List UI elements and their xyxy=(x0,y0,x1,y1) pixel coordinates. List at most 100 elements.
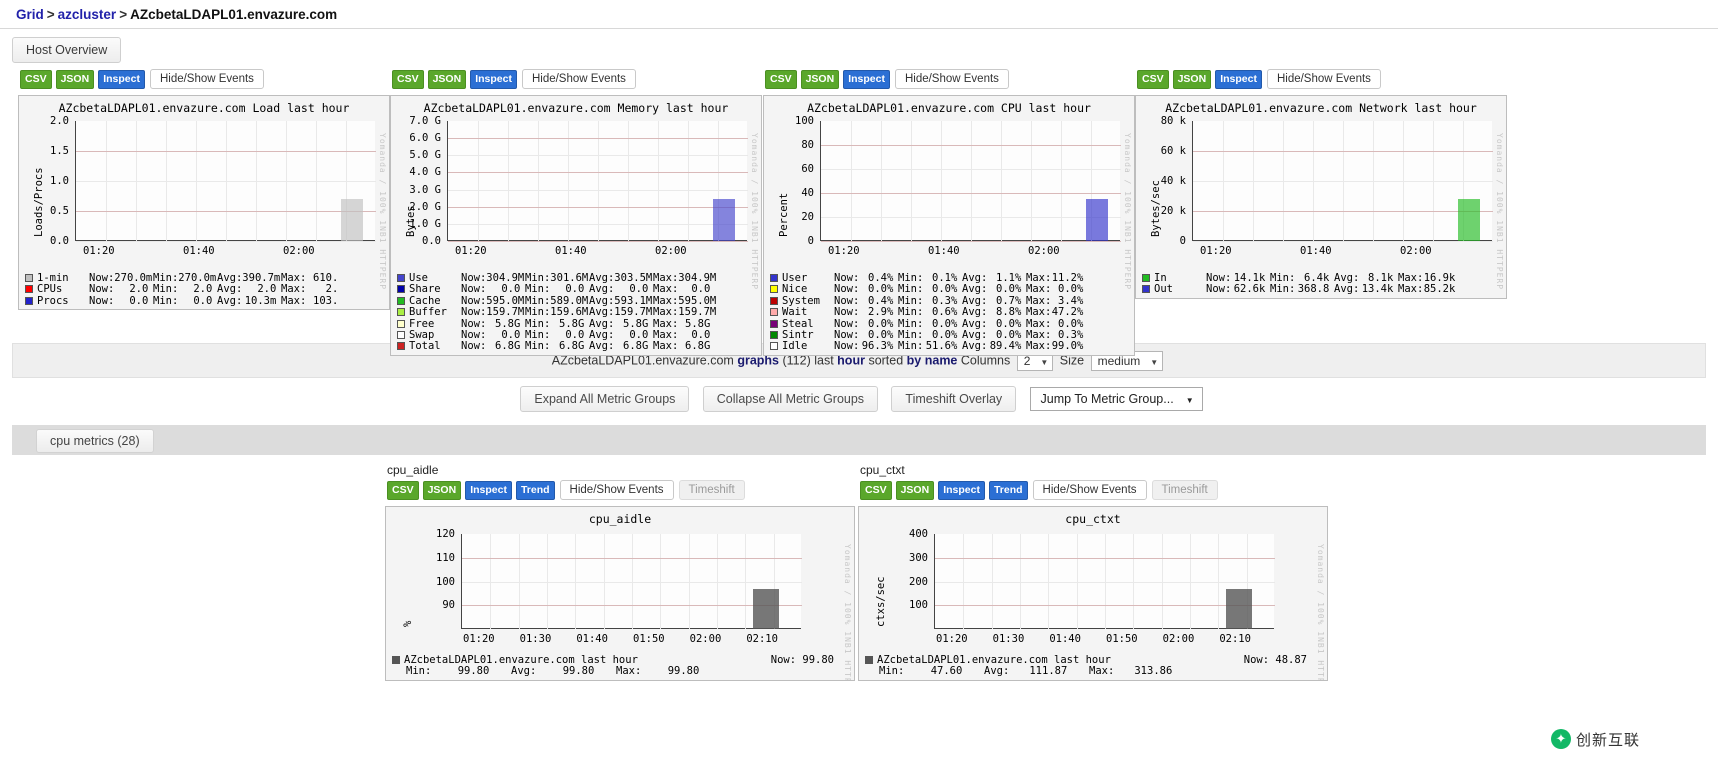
inspect-button[interactable]: Inspect xyxy=(1215,69,1262,89)
grid-line-horizontal xyxy=(462,557,802,559)
hide-show-events-button[interactable]: Hide/Show Events xyxy=(521,69,636,89)
csv-button[interactable]: CSV xyxy=(1137,69,1169,89)
grid-line-horizontal xyxy=(821,145,1121,146)
csv-button[interactable]: CSV xyxy=(20,69,52,89)
metric-footer-stat: Min: 99.80 xyxy=(406,665,511,677)
legend-stat: Min: 51.6% xyxy=(898,340,962,353)
hide-show-events-button[interactable]: Hide/Show Events xyxy=(1266,69,1381,89)
metric-group-tab-cpu[interactable]: cpu metrics (28) xyxy=(36,429,154,453)
collapse-all-metric-groups-button[interactable]: Collapse All Metric Groups xyxy=(702,386,879,412)
x-axis-tick: 01:30 xyxy=(992,633,1025,645)
grid-line-horizontal xyxy=(448,155,748,157)
x-axis-tick: 02:00 xyxy=(283,245,315,257)
legend-stat-label: Max: xyxy=(1026,272,1052,284)
graph-title: AZcbetaLDAPL01.envazure.com Load last ho… xyxy=(58,101,350,115)
csv-button[interactable]: CSV xyxy=(392,69,424,89)
expand-all-metric-groups-button[interactable]: Expand All Metric Groups xyxy=(520,386,690,412)
legend-series-name: Buffer xyxy=(409,306,447,319)
hide-show-events-button[interactable]: Hide/Show Events xyxy=(894,69,1009,89)
csv-button[interactable]: CSV xyxy=(765,69,797,89)
grid-line-vertical xyxy=(851,121,852,241)
x-axis-tick: 01:40 xyxy=(928,245,960,257)
graph-action-bar: CSV JSON Inspect Hide/Show Events xyxy=(1135,69,1507,91)
legend-row: Buffer Now:159.7MMin:159.6MAvg:159.7MMax:… xyxy=(397,306,761,319)
metric-footer-stat-label: Max: xyxy=(1089,665,1115,678)
legend-stat-label: Min: xyxy=(153,283,179,296)
json-button[interactable]: JSON xyxy=(895,480,935,500)
grid-line-horizontal xyxy=(1193,181,1493,182)
legend-row: Out Now: 62.6k Min: 368.8 Avg: 13.4k Max:85.2k xyxy=(1142,283,1506,296)
legend-stat-label: Avg: xyxy=(962,306,988,319)
legend-stat: Avg: 13.4k xyxy=(1334,283,1398,295)
hide-show-events-button[interactable]: Hide/Show Events xyxy=(1032,480,1147,500)
legend-stat: Max:99.0% xyxy=(1026,340,1088,353)
timeshift-button[interactable]: Timeshift xyxy=(1151,480,1218,500)
metric-footer-host: AZcbetaLDAPL01.envazure.com last hour xyxy=(877,654,1111,666)
x-axis-tick: 02:10 xyxy=(746,633,778,645)
legend-series-name: Wait xyxy=(782,306,808,319)
breadcrumb-link-grid[interactable]: Grid xyxy=(16,7,44,22)
metric-footer-now: Now: 48.87 xyxy=(1243,654,1307,666)
json-button[interactable]: JSON xyxy=(1172,69,1212,89)
hide-show-events-button[interactable]: Hide/Show Events xyxy=(559,480,674,500)
legend-stat-label: Now: xyxy=(89,294,115,307)
y-axis-title: ctxs/sec xyxy=(875,576,887,627)
breadcrumb-link-cluster[interactable]: azcluster xyxy=(58,7,117,22)
inspect-button[interactable]: Inspect xyxy=(938,480,985,500)
legend-stat-label: Now: xyxy=(834,294,860,307)
legend-stat-label: Min: xyxy=(898,306,924,319)
plot-canvas: 2.0 1.5 1.0 0.5 0.0 01:20 01:40 02:00 Loads/Proc… xyxy=(19,115,389,290)
y-axis-tick: 100 xyxy=(795,115,814,127)
legend-stat-label: Min: xyxy=(525,272,551,284)
graph-legend: Use Now:304.9MMin:301.6MAvg:303.5MMax:304… xyxy=(391,271,761,355)
plot-canvas: 80 k 60 k 40 k 20 k 0 01:20 01:40 02:00 Bytes/se… xyxy=(1136,115,1506,290)
breadcrumb-separator-2: > xyxy=(119,7,128,22)
y-axis-tick: 100 xyxy=(909,599,928,612)
json-button[interactable]: JSON xyxy=(55,69,95,89)
x-axis-tick: 01:40 xyxy=(555,245,587,257)
trend-button[interactable]: Trend xyxy=(988,480,1028,500)
jump-to-metric-group-select[interactable]: Jump To Metric Group... ▼ xyxy=(1029,387,1203,411)
inspect-button[interactable]: Inspect xyxy=(843,69,890,89)
legend-series-name: Idle xyxy=(782,340,808,353)
legend-stat-label: Min: xyxy=(1270,283,1296,296)
legend-color-swatch xyxy=(25,296,33,305)
metric-footer-now: Now: 99.80 xyxy=(770,654,834,666)
metric-group-controls: Expand All Metric Groups Collapse All Me… xyxy=(0,386,1718,412)
json-button[interactable]: JSON xyxy=(427,69,467,89)
legend-color-swatch xyxy=(392,656,400,664)
trend-button[interactable]: Trend xyxy=(515,480,555,500)
csv-button[interactable]: CSV xyxy=(387,480,419,500)
hide-show-events-button[interactable]: Hide/Show Events xyxy=(149,69,264,89)
legend-stat-label: Min: xyxy=(898,340,924,353)
x-axis-tick: 01:20 xyxy=(1200,245,1232,257)
x-axis-tick: 01:40 xyxy=(576,633,608,645)
timeshift-overlay-button[interactable]: Timeshift Overlay xyxy=(891,386,1017,412)
x-axis-tick: 02:10 xyxy=(1219,633,1251,645)
legend-series-name: Total xyxy=(409,340,441,353)
timeshift-button[interactable]: Timeshift xyxy=(678,480,745,500)
metric-graph-watermark: Yomanda / 100% 1NB1 HTTPERP xyxy=(843,544,852,681)
grid-line-horizontal xyxy=(448,172,748,174)
metric-footer-stat-value: 99.80 xyxy=(562,665,595,678)
host-overview-button[interactable]: Host Overview xyxy=(12,37,122,63)
legend-stat-label: Now: xyxy=(461,340,487,353)
legend-stat-value: 99.0% xyxy=(1051,340,1084,353)
json-button[interactable]: JSON xyxy=(800,69,840,89)
csv-button[interactable]: CSV xyxy=(860,480,892,500)
legend-stat-label: Max: xyxy=(1026,340,1052,353)
inspect-button[interactable]: Inspect xyxy=(470,69,517,89)
metric-plot-canvas: 400 300 200 100 01:20 01:30 01:40 01:50 02:00 02:… xyxy=(859,526,1327,680)
legend-stat: Avg: 6.8G xyxy=(589,341,653,353)
inspect-button[interactable]: Inspect xyxy=(465,480,512,500)
grid-line-horizontal xyxy=(1193,211,1493,212)
legend-stat-label: Min: xyxy=(525,306,551,319)
plot-area xyxy=(1192,121,1493,242)
grid-line-horizontal xyxy=(448,223,748,225)
metric-footer-host: AZcbetaLDAPL01.envazure.com last hour xyxy=(404,654,638,666)
metric-footer-stat-label: Avg: xyxy=(511,665,537,678)
y-axis-tick: 60 k xyxy=(1160,145,1186,157)
legend-stat-label: Avg: xyxy=(962,317,988,330)
inspect-button[interactable]: Inspect xyxy=(98,69,145,89)
json-button[interactable]: JSON xyxy=(422,480,462,500)
